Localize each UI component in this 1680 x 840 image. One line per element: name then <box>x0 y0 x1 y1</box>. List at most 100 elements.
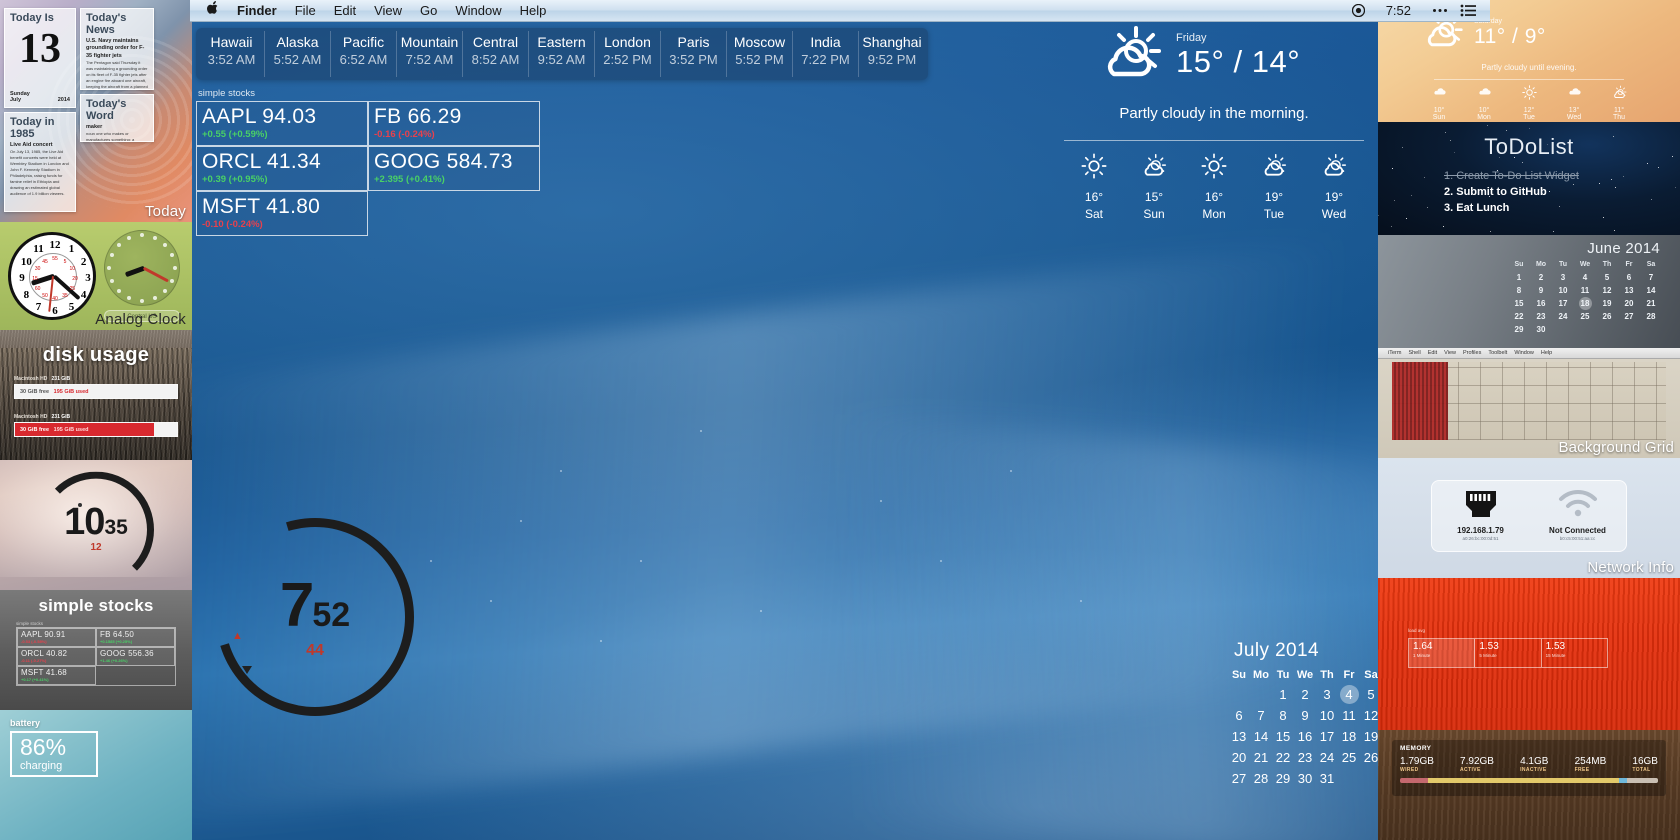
memory-entry: 16GB TOTAL <box>1632 756 1658 773</box>
disk-usage-bar: 30 GiB free 195 GiB used <box>14 422 178 437</box>
calendar-day: 30 <box>1294 768 1316 789</box>
load-entry: 1.53 5 Minute <box>1475 639 1541 667</box>
calendar-day: 18 <box>1338 726 1360 747</box>
menu-item-help[interactable]: Help <box>511 0 556 22</box>
calendar-day: 5 <box>1596 271 1618 284</box>
calendar-day: 21 <box>1250 747 1272 768</box>
clock-pip <box>110 253 114 257</box>
calendar-day: 11 <box>1574 284 1596 297</box>
list-icon[interactable] <box>1460 4 1476 17</box>
menu-item-go[interactable]: Go <box>411 0 446 22</box>
calendar-dow: We <box>1574 259 1596 271</box>
ring-clock-seconds: 12 <box>0 542 192 553</box>
menu-item-window[interactable]: Window <box>446 0 510 22</box>
battery-state: charging <box>20 760 96 772</box>
clock-pip <box>173 266 177 270</box>
star-speck <box>1547 144 1548 145</box>
sidebar-stocks-grid: AAPL 90.91 -0.53 (-0.58%) FB 64.50 +0.158… <box>16 627 176 686</box>
iterm-menu-item[interactable]: Toolbelt <box>1488 350 1507 356</box>
apple-logo-icon[interactable] <box>198 1 228 20</box>
timezone-time: 3:52 PM <box>663 51 724 68</box>
star-speck <box>1623 176 1624 177</box>
ellipsis-icon[interactable] <box>1432 8 1448 13</box>
analog-dial-secondary <box>104 230 180 306</box>
iterm-menu-item[interactable]: iTerm <box>1388 350 1401 356</box>
iterm-menu-item[interactable]: Profiles <box>1463 350 1481 356</box>
stock-change: +0.39 (+0.95%) <box>202 174 362 186</box>
menubar-clock[interactable]: 7:52 <box>1377 0 1420 22</box>
sun-behind-cloud-icon <box>1137 153 1171 184</box>
iterm-menu-item[interactable]: Window <box>1514 350 1534 356</box>
memory-bar-segment <box>1555 778 1620 783</box>
forecast-temp: 19° <box>1317 190 1351 204</box>
star-speck <box>1611 179 1612 180</box>
sidebar-stocks-caption: simple stocks <box>0 616 192 626</box>
record-circle-icon[interactable] <box>1352 4 1365 17</box>
disk-volume-name: Macintosh HD 231 GiB <box>14 414 178 420</box>
todo-item[interactable]: 1. Create To-Do List Widget <box>1444 168 1680 184</box>
small-ring-clock-widget: 1035 12 <box>0 460 192 590</box>
timezone-cell: Alaska 5:52 AM <box>265 31 331 77</box>
clock-pip <box>170 279 174 283</box>
iterm-menu-item[interactable]: View <box>1444 350 1456 356</box>
forecast-day: 19° Wed <box>1317 153 1351 221</box>
timezone-city: London <box>597 34 658 51</box>
sun-behind-cloud-icon <box>1317 153 1351 184</box>
today-word-card: Today's Word maker noun one who makes or… <box>80 94 154 142</box>
forecast-dayname: Tue <box>1515 114 1543 121</box>
timezone-cell: Shanghai 9:52 PM <box>859 31 925 77</box>
clock-numeral: 12 <box>48 239 62 251</box>
stock-symbol: MSFT 41.68 <box>21 668 92 677</box>
clock-minute-numeral: 40 <box>50 296 60 302</box>
timezone-cell: Mountain 7:52 AM <box>397 31 463 77</box>
today-history-card: Today in 1985 Live Aid concert On July 1… <box>4 112 76 212</box>
weather-description: Partly cloudy in the morning. <box>1052 105 1376 122</box>
calendar-day: 12 <box>1596 284 1618 297</box>
forecast-temp: 11° <box>1605 107 1633 114</box>
menu-item-file[interactable]: File <box>286 0 325 22</box>
star-speck <box>1392 168 1393 169</box>
menu-item-finder[interactable]: Finder <box>228 0 286 22</box>
todo-item[interactable]: 2. Submit to GitHub <box>1444 184 1680 200</box>
disk-volume-name: Macintosh HD 231 GiB <box>14 376 178 382</box>
calendar-day-empty <box>1574 323 1596 336</box>
iterm-menu-item[interactable]: Help <box>1541 350 1552 356</box>
calendar-day: 20 <box>1618 297 1640 310</box>
calendar-dow: Th <box>1596 259 1618 271</box>
iterm-menu-item[interactable]: Shell <box>1408 350 1420 356</box>
iterm-menu-bar: iTerm Shell Edit View Profiles Toolbelt Window… <box>1378 348 1680 359</box>
calendar-day: 3 <box>1316 684 1338 705</box>
forecast-dayname: Thu <box>1605 114 1633 121</box>
calendar-day: 27 <box>1618 310 1640 323</box>
word-title: Today's Word <box>86 98 148 122</box>
stock-cell: FB 66.29 -0.16 (-0.24%) <box>368 101 540 146</box>
water-speck <box>1080 600 1082 602</box>
star-speck <box>1559 206 1560 207</box>
hour-hand-secondary <box>125 266 146 278</box>
forecast-temp: 15° <box>1137 190 1171 204</box>
analog-clock-widget: 12 1 2 3 4 5 6 7 8 9 10 11 55 5 10 20 25 35 40 50 60 15 30 45 C… <box>0 222 192 330</box>
menu-item-view[interactable]: View <box>365 0 411 22</box>
memory-entry: 4.1GB INACTIVE <box>1520 756 1548 773</box>
memory-bar-segment <box>1400 778 1428 783</box>
timezone-city: India <box>795 34 856 51</box>
clock-minute-numeral: 60 <box>33 286 43 292</box>
calendar-day: 13 <box>1228 726 1250 747</box>
star-speck <box>1599 183 1600 184</box>
calendar-dow: Mo <box>1250 667 1272 684</box>
menu-item-edit[interactable]: Edit <box>325 0 365 22</box>
weather-day: Friday <box>1176 32 1300 44</box>
load-average-widget: load avg 1.64 1 Minute 1.53 5 Minute 1.53 … <box>1378 578 1680 730</box>
grid-bars <box>1392 362 1448 440</box>
ring-clock-widget: 752 44 ▲ <box>216 518 414 716</box>
memory-label: TOTAL <box>1632 767 1658 773</box>
calendar-day: 25 <box>1338 747 1360 768</box>
sun-behind-cloud-icon <box>1257 153 1291 184</box>
clock-pip <box>140 233 144 237</box>
weather2-forecast: 10° Sun 10° Mon 12° Tue 13° Wed 11° Thu <box>1378 85 1680 121</box>
iterm-menu-item[interactable]: Edit <box>1428 350 1437 356</box>
load-value: 1.53 <box>1479 641 1540 653</box>
forecast-day: 13° Wed <box>1560 85 1588 121</box>
clock-minute-numeral: 15 <box>30 276 40 282</box>
todo-item[interactable]: 3. Eat Lunch <box>1444 200 1680 216</box>
